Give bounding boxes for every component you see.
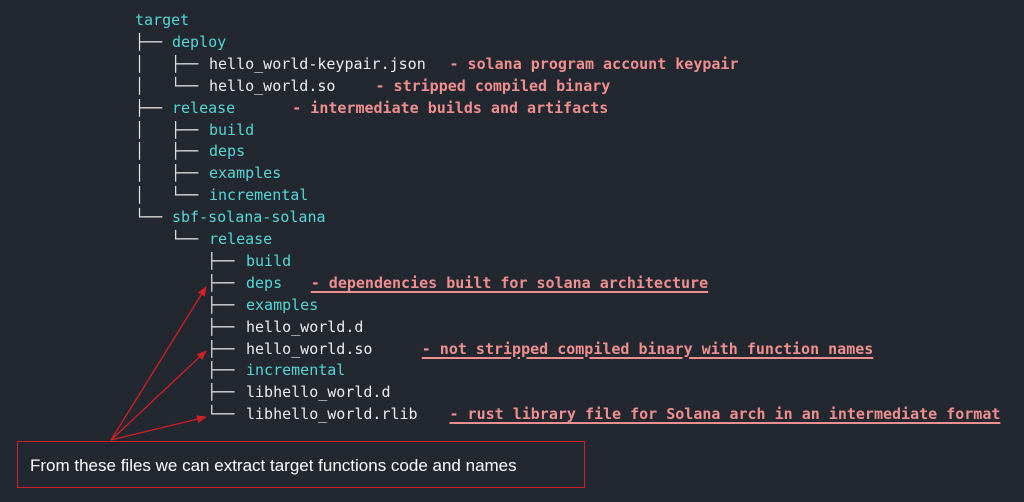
tree-branch: └── (135, 230, 208, 248)
tree-branch: ├── (135, 383, 244, 402)
tree-branch: ├── (135, 32, 172, 51)
directory-name: deploy (172, 32, 227, 51)
directory-name: target (135, 11, 190, 29)
tree-branch: ├── (135, 295, 244, 314)
file-name: libhello_world.rlib (246, 405, 418, 424)
directory-name: sbf-solana-solana (172, 208, 326, 227)
annotation-note: - stripped compiled binary (375, 76, 611, 95)
tree-branch: └── (135, 405, 244, 424)
directory-name: build (246, 251, 292, 270)
file-name: hello_world.so (209, 76, 336, 95)
file-name: hello_world-keypair.json (209, 54, 426, 73)
tree-branch: └── (135, 208, 172, 227)
callout-box: From these files we can extract target f… (17, 441, 585, 488)
file-name: libhello_world.d (246, 383, 391, 402)
tree-branch: │ ├── (135, 120, 208, 139)
tree-branch: │ ├── (135, 164, 208, 183)
tree-branch: ├── (135, 317, 244, 336)
tree-branch: ├── (135, 98, 172, 117)
file-name: hello_world.d (246, 317, 364, 336)
tree-branch: │ └── (135, 76, 208, 95)
directory-tree: target ├── deploy │ ├── hello_world-keypai… (0, 0, 1024, 430)
directory-name: examples (209, 164, 282, 183)
directory-name: incremental (246, 361, 346, 380)
annotation-note: - not stripped compiled binary with func… (421, 339, 874, 358)
tree-branch: ├── (135, 251, 244, 270)
annotation-note: - intermediate builds and artifacts (292, 98, 609, 117)
directory-name: examples (246, 295, 319, 314)
tree-branch: │ ├── (135, 54, 208, 73)
annotation-note: - rust library file for Solana arch in a… (449, 405, 1001, 424)
directory-name: build (209, 120, 255, 139)
annotation-note: - solana program account keypair (449, 54, 739, 73)
directory-name: deps (209, 142, 246, 161)
directory-name: release (172, 98, 236, 117)
directory-name: incremental (209, 186, 309, 205)
annotation-note: - dependencies built for solana architec… (310, 273, 709, 292)
tree-branch: ├── (135, 273, 244, 292)
callout-text: From these files we can extract target f… (30, 456, 517, 475)
directory-name: deps (246, 273, 283, 292)
tree-branch: │ ├── (135, 142, 208, 161)
tree-branch: ├── (135, 339, 244, 358)
file-name: hello_world.so (246, 339, 373, 358)
tree-branch: │ └── (135, 186, 208, 205)
directory-name: release (209, 230, 273, 248)
tree-branch: ├── (135, 361, 244, 380)
